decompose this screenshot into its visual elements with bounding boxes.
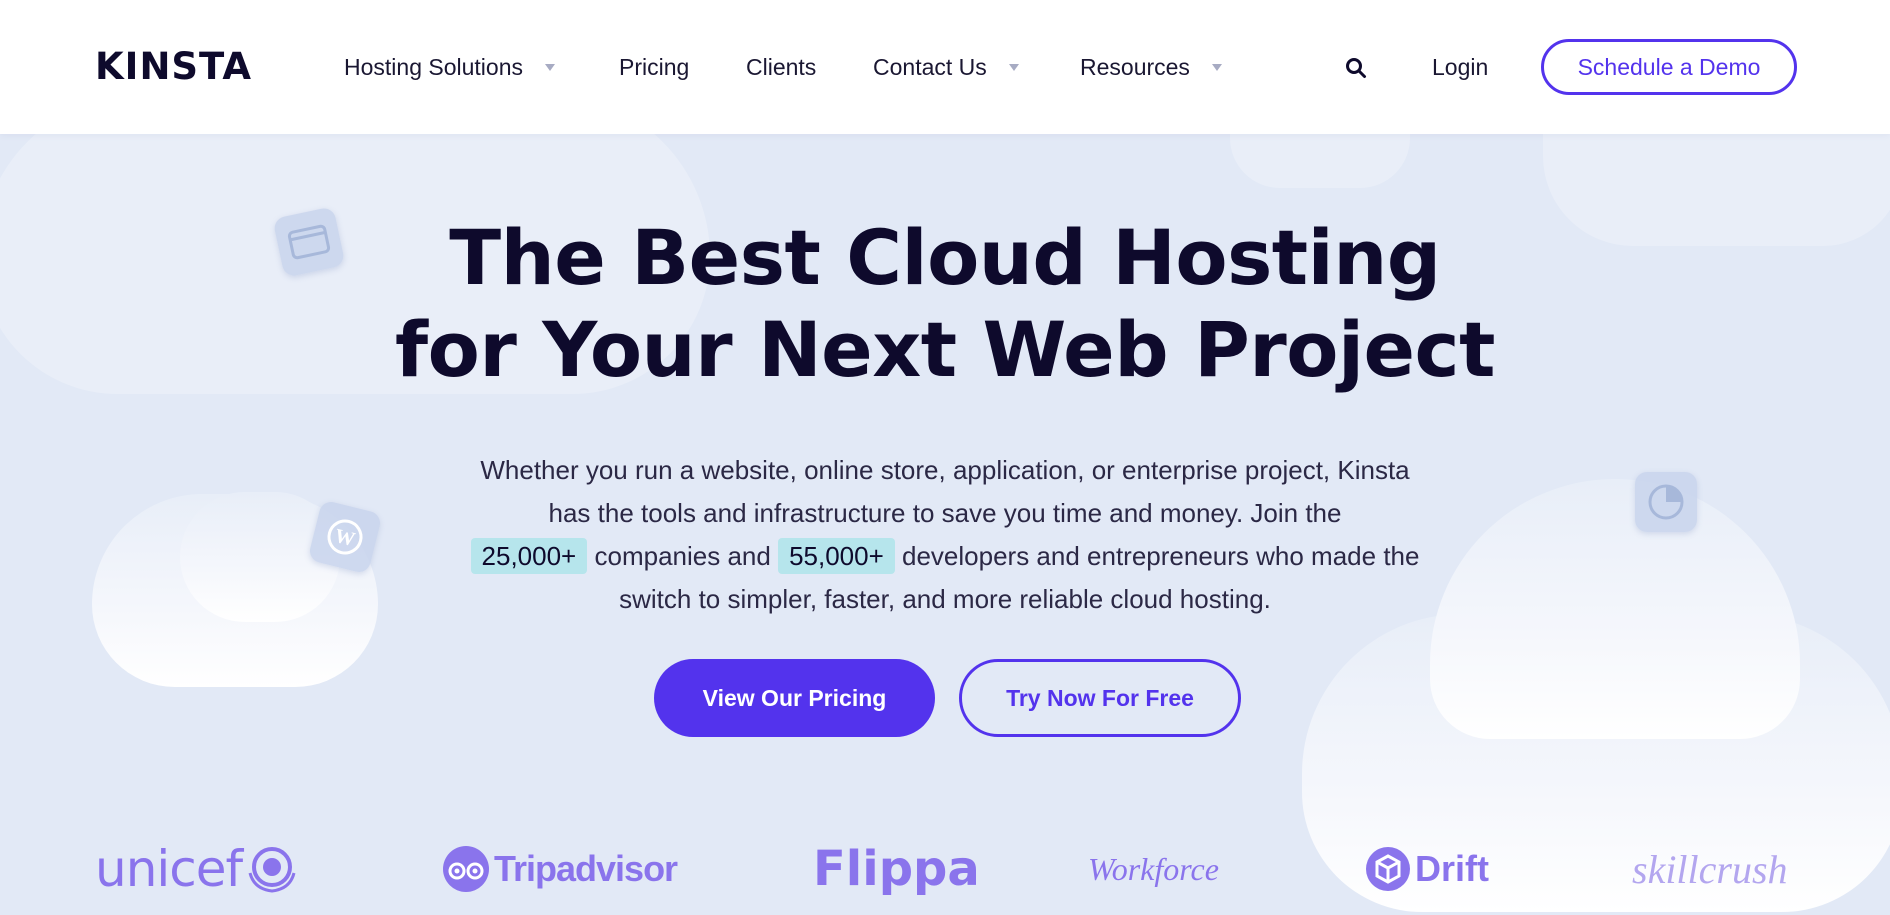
client-logo-unicef: unicef bbox=[95, 834, 300, 904]
unicef-emblem-icon bbox=[248, 847, 296, 893]
client-logos: unicef Tripadvisor Flippa Workforce Drif… bbox=[0, 834, 1890, 915]
companies-count-badge: 25,000+ bbox=[470, 538, 588, 574]
chevron-down-icon bbox=[1008, 63, 1019, 71]
hero-title-line: for Your Next Web Project bbox=[395, 305, 1495, 394]
client-logo-skillcrush: skillcrush bbox=[1632, 834, 1788, 904]
hero-description-line: switch to simpler, faster, and more reli… bbox=[619, 584, 1271, 614]
hero-section: W The Best Cloud Hosting for Your Next W… bbox=[0, 134, 1890, 915]
view-pricing-button[interactable]: View Our Pricing bbox=[654, 659, 935, 737]
hero-title: The Best Cloud Hosting for Your Next Web… bbox=[0, 212, 1890, 396]
nav-item-hosting-solutions[interactable]: Hosting Solutions bbox=[344, 50, 555, 84]
chevron-down-icon bbox=[545, 63, 555, 71]
nav-item-label: Resources bbox=[1080, 53, 1190, 80]
client-logo-text: Tripadvisor bbox=[494, 848, 678, 889]
nav-item-label: Clients bbox=[746, 53, 817, 80]
nav-item-resources[interactable]: Resources bbox=[1080, 50, 1222, 84]
client-logo-workforce: Workforce bbox=[1088, 834, 1219, 904]
nav-item-label: Contact Us bbox=[873, 53, 987, 80]
client-logo-drift: Drift bbox=[1365, 834, 1489, 904]
tripadvisor-owl-icon bbox=[443, 846, 489, 892]
login-link[interactable]: Login bbox=[1432, 50, 1488, 84]
search-icon[interactable] bbox=[1345, 57, 1367, 79]
client-logo-flippa: Flippa bbox=[813, 834, 980, 904]
svg-text:W: W bbox=[332, 525, 357, 551]
cloud-decoration bbox=[1230, 134, 1410, 188]
companies-text: companies and bbox=[594, 541, 771, 571]
client-logo-text: Flippa bbox=[813, 841, 980, 897]
chevron-down-icon bbox=[1211, 63, 1222, 71]
try-free-button[interactable]: Try Now For Free bbox=[959, 659, 1241, 737]
client-logo-tripadvisor: Tripadvisor bbox=[442, 834, 678, 904]
developers-count-badge: 55,000+ bbox=[778, 538, 895, 574]
nav-item-label: Hosting Solutions bbox=[344, 53, 523, 80]
drift-cube-icon bbox=[1366, 847, 1410, 891]
kinsta-logo[interactable]: KINSTA bbox=[95, 44, 252, 90]
client-logo-text: Drift bbox=[1415, 848, 1489, 889]
hero-description-line: has the tools and infrastructure to save… bbox=[548, 498, 1342, 528]
client-logo-text: unicef bbox=[95, 840, 243, 898]
developers-text: developers and entrepreneurs who made th… bbox=[902, 541, 1420, 571]
hero-description-line: Whether you run a website, online store,… bbox=[480, 455, 1410, 485]
nav-item-label: Pricing bbox=[619, 53, 690, 80]
nav-item-clients[interactable]: Clients bbox=[746, 50, 816, 84]
client-logo-text: Workforce bbox=[1088, 850, 1219, 887]
hero-description: Whether you run a website, online store,… bbox=[445, 449, 1445, 621]
hero-title-line: The Best Cloud Hosting bbox=[449, 213, 1441, 302]
hero-description-line: 25,000+ companies and 55,000+ developers… bbox=[445, 535, 1445, 578]
nav-item-contact-us[interactable]: Contact Us bbox=[873, 50, 1019, 84]
pie-chart-icon bbox=[1635, 472, 1697, 532]
client-logo-text: skillcrush bbox=[1632, 846, 1788, 892]
cloud-decoration bbox=[1430, 479, 1800, 739]
nav-item-pricing[interactable]: Pricing bbox=[619, 50, 689, 84]
schedule-demo-button[interactable]: Schedule a Demo bbox=[1541, 39, 1797, 95]
site-header: KINSTA Hosting Solutions Pricing Clients… bbox=[0, 0, 1890, 134]
